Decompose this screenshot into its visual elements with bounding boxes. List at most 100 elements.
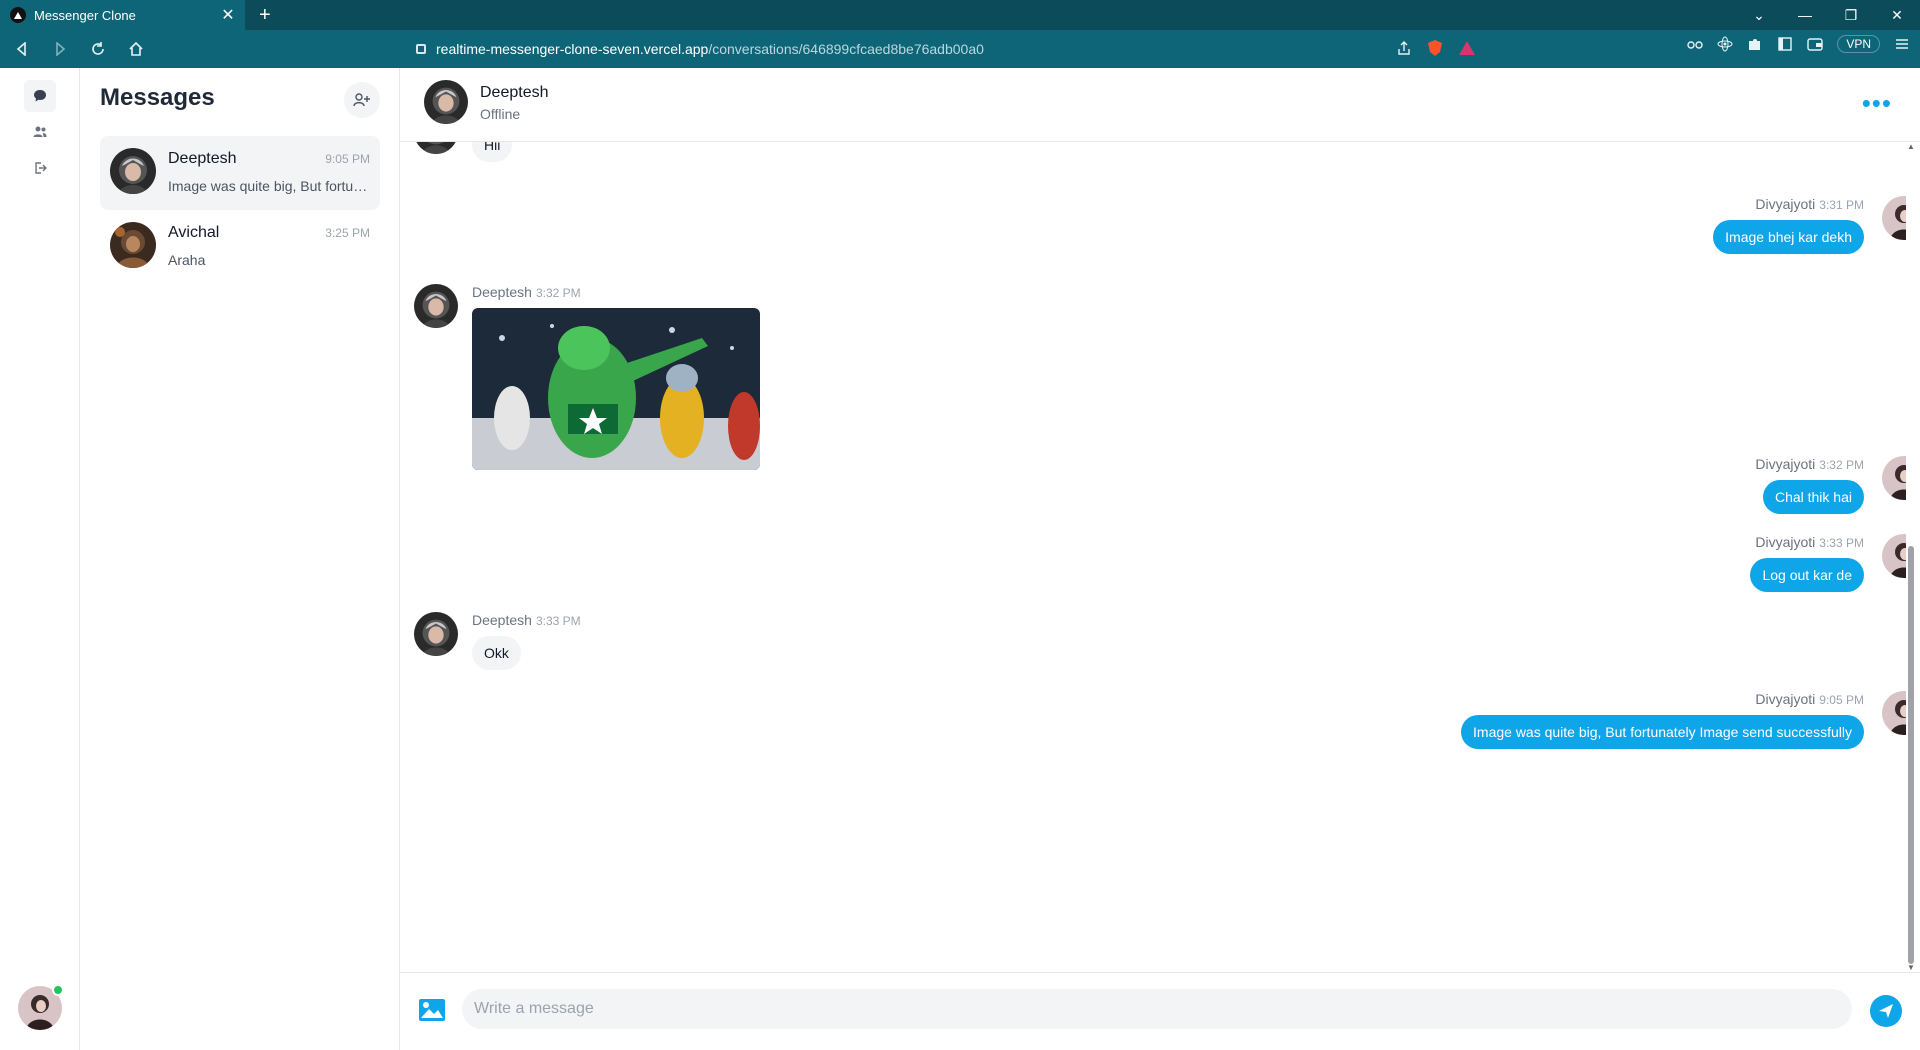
- message-bubble: Image was quite big, But fortunately Ima…: [1461, 715, 1864, 749]
- close-window-icon[interactable]: ✕: [1874, 7, 1920, 24]
- wallet-icon[interactable]: [1807, 36, 1824, 52]
- message-meta: Divyajyoti 3:32 PM: [1755, 456, 1864, 472]
- message-avatar: [1882, 691, 1906, 735]
- message-time: 3:33 PM: [1819, 536, 1864, 550]
- avatar: [424, 80, 468, 124]
- message-sender: Divyajyoti: [1755, 691, 1816, 707]
- conversation-list: Messages Deeptesh 9:05 PM Image was quit…: [80, 68, 400, 1050]
- home-icon[interactable]: [120, 33, 152, 65]
- url-path: /conversations/646899cfcaed8be76adb00a0: [708, 41, 984, 57]
- message-sender: Divyajyoti: [1755, 196, 1816, 212]
- message-avatar: [1882, 456, 1906, 500]
- message-time: 3:31 PM: [1819, 198, 1864, 212]
- new-tab-icon[interactable]: +: [259, 4, 271, 27]
- image-icon: [419, 999, 445, 1021]
- send-button[interactable]: [1870, 995, 1902, 1027]
- lock-icon: [416, 44, 426, 54]
- message-bubble: Okk: [472, 636, 521, 670]
- avatar: [1882, 534, 1906, 578]
- browser-toolbar: realtime-messenger-clone-seven.vercel.ap…: [0, 30, 1920, 68]
- avatar: [1882, 196, 1906, 240]
- message-meta: Divyajyoti 3:31 PM: [1755, 196, 1864, 212]
- avatar: [414, 284, 458, 328]
- message-sender: Divyajyoti: [1755, 534, 1816, 550]
- conversation-name: Avichal: [168, 224, 220, 241]
- users-nav-icon[interactable]: [24, 116, 56, 148]
- message-bubble: Chal thik hai: [1762, 480, 1864, 514]
- app-favicon-icon: [10, 7, 26, 23]
- conversation-item[interactable]: Avichal 3:25 PM Araha: [100, 210, 380, 284]
- browser-tab-bar: Messenger Clone ✕ + ⌄ — ❐ ✕: [0, 0, 1920, 30]
- message-input[interactable]: [462, 989, 1852, 1029]
- minimize-icon[interactable]: —: [1782, 7, 1828, 23]
- extension-glasses-icon[interactable]: [1687, 36, 1704, 52]
- avatar: [110, 148, 156, 194]
- send-icon: [1879, 1004, 1893, 1018]
- close-tab-icon[interactable]: ✕: [219, 5, 237, 25]
- vpn-button[interactable]: VPN: [1837, 35, 1880, 53]
- conversation-preview: Image was quite big, But fortunately Ima…: [168, 178, 368, 194]
- conversation-time: 9:05 PM: [325, 152, 370, 166]
- upload-image-button[interactable]: [418, 997, 446, 1023]
- url-host: realtime-messenger-clone-seven.vercel.ap…: [436, 41, 709, 57]
- conversation-item[interactable]: Deeptesh 9:05 PM Image was quite big, Bu…: [100, 136, 380, 210]
- tab-list-chevron-icon[interactable]: ⌄: [1736, 7, 1782, 24]
- message-bubble: Log out kar de: [1750, 558, 1864, 592]
- nav-rail: [0, 68, 80, 1050]
- extensions-puzzle-icon[interactable]: [1747, 36, 1763, 52]
- message-composer: [400, 972, 1920, 1050]
- avatar: [1882, 691, 1906, 735]
- brave-rewards-icon[interactable]: [1458, 39, 1476, 57]
- add-user-icon: [353, 93, 370, 107]
- window-controls: ⌄ — ❐ ✕: [1736, 0, 1920, 30]
- extension-react-icon[interactable]: [1717, 36, 1733, 52]
- message-time: 9:05 PM: [1819, 693, 1864, 707]
- message-meta: Divyajyoti 9:05 PM: [1755, 691, 1864, 707]
- message-sender: Deeptesh: [472, 612, 532, 628]
- address-bar-actions: [1396, 39, 1476, 57]
- browser-menu-icon[interactable]: [1894, 36, 1910, 52]
- message-time: 3:32 PM: [535, 286, 581, 300]
- message-avatar: [1882, 534, 1906, 578]
- scroll-thumb[interactable]: [1908, 546, 1914, 964]
- current-user-avatar[interactable]: [18, 984, 64, 1030]
- message-image[interactable]: [472, 308, 760, 470]
- conversation-preview: Araha: [168, 252, 206, 268]
- online-indicator: [52, 984, 64, 996]
- message-avatar: [414, 612, 458, 656]
- restore-icon[interactable]: ❐: [1828, 7, 1874, 24]
- message-meta: Divyajyoti 3:33 PM: [1755, 534, 1864, 550]
- message-meta: Deeptesh 3:32 PM: [472, 284, 581, 300]
- chat-title: Deeptesh: [480, 84, 549, 101]
- message-avatar: [1882, 196, 1906, 240]
- message-scrollbar[interactable]: ▲ ▼: [1906, 142, 1916, 972]
- message-sender: Deeptesh: [472, 284, 532, 300]
- more-options-icon[interactable]: •••: [1862, 88, 1892, 119]
- page-title: Messages: [100, 84, 215, 111]
- chat-nav-icon[interactable]: [24, 80, 56, 112]
- conversation-name: Deeptesh: [168, 150, 237, 167]
- chat-header: Deeptesh Offline •••: [400, 68, 1920, 142]
- forward-icon[interactable]: [44, 33, 76, 65]
- add-group-button[interactable]: [344, 82, 380, 118]
- message-avatar: [414, 284, 458, 328]
- reload-icon[interactable]: [82, 33, 114, 65]
- back-icon[interactable]: [6, 33, 38, 65]
- browser-tab[interactable]: Messenger Clone ✕: [0, 0, 245, 30]
- tab-title: Messenger Clone: [34, 7, 136, 23]
- message-time: 3:33 PM: [535, 614, 581, 628]
- message-sender: Divyajyoti: [1755, 456, 1816, 472]
- scroll-up-icon[interactable]: ▲: [1907, 142, 1915, 151]
- messenger-app: Messages Deeptesh 9:05 PM Image was quit…: [0, 68, 1920, 1050]
- avatar: [414, 612, 458, 656]
- message-list: Hii Divyajyoti 3:31 PM Image bhej kar dek…: [400, 142, 1906, 972]
- scroll-down-icon[interactable]: ▼: [1907, 963, 1915, 972]
- logout-nav-icon[interactable]: [24, 152, 56, 184]
- sidebar-toggle-icon[interactable]: [1777, 36, 1793, 52]
- brave-shields-icon[interactable]: [1426, 39, 1444, 57]
- address-bar[interactable]: realtime-messenger-clone-seven.vercel.ap…: [406, 34, 1486, 64]
- conversation-time: 3:25 PM: [325, 226, 370, 240]
- message-bubble: Image bhej kar dekh: [1713, 220, 1864, 254]
- share-icon[interactable]: [1396, 40, 1412, 56]
- avatar: [414, 142, 458, 154]
